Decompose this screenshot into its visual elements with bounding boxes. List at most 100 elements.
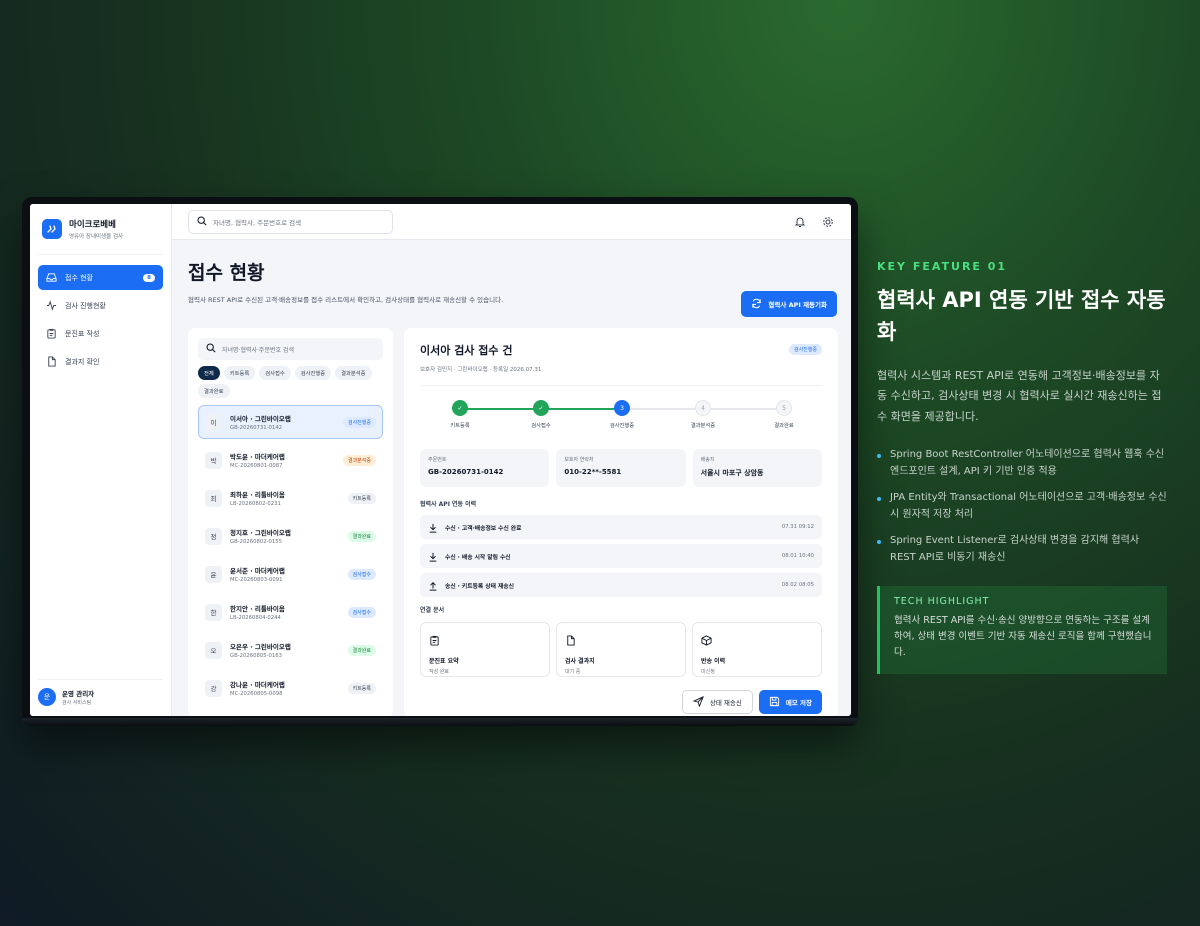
filter-chip-analyzing[interactable]: 결과분석중 (335, 366, 372, 380)
history-text: 수신 · 고객·배송정보 수신 완료 (445, 525, 522, 532)
order-number-card: 주문번호 GB-20260731-0142 (420, 449, 550, 487)
history-item[interactable]: 수신 · 고객·배송정보 수신 완료 07.31 09:12 (420, 515, 822, 539)
row-name: 박도윤 · 마더케어랩 (230, 453, 285, 461)
global-search-input[interactable]: 자녀명, 협력사, 주문번호로 검색 (188, 209, 393, 234)
row-avatar: 이 (205, 413, 222, 431)
history-time: 08.02 08:05 (781, 582, 814, 588)
save-icon (769, 696, 780, 709)
main-content: 자녀명, 협력사, 주문번호로 검색 접수 현황 협력사 REST API로 수… (172, 204, 851, 716)
filter-chip-complete[interactable]: 결과완료 (198, 384, 230, 398)
user-profile[interactable]: 운 운영 관리자 검사 서비스팀 (38, 679, 163, 706)
row-avatar: 박 (205, 451, 222, 469)
row-name: 이서아 · 그린바이오랩 (230, 415, 291, 423)
doc-title: 검사 결과지 (565, 658, 595, 665)
reception-list-panel: 자녀명·협력사·주문번호 검색 전체 키트등록 검사접수 검사진행중 결과분석중… (188, 328, 393, 716)
sidebar-item-progress[interactable]: 검사 진행현황 (38, 293, 163, 318)
laptop-base (22, 718, 858, 726)
status-badge: 결과분석중 (342, 454, 376, 466)
sidebar-item-label: 결과지 확인 (65, 357, 100, 366)
resend-status-label: 상태 재송신 (709, 699, 742, 707)
row-order-code: GB-20260731-0142 (230, 425, 283, 431)
sidebar-item-questionnaire[interactable]: 문진표 작성 (38, 321, 163, 346)
doc-card-result[interactable]: 검사 결과지 대기 중 (556, 622, 686, 677)
list-item[interactable]: 이 이서아 · 그린바이오랩 GB-20260731-0142 검사진행중 (198, 405, 383, 439)
clipboard-icon (429, 631, 440, 650)
list-item[interactable]: 강 강나윤 · 마더케어랩 MC-20260805-0098 키트등록 (198, 671, 383, 705)
history-title: 협력사 API 연동 이력 (420, 501, 477, 508)
brand-subtitle: 영유아 장내미생물 검사 (69, 234, 124, 240)
step-analyzing: 4 결과분석중 (678, 400, 728, 429)
app-screen: 마이크로베베 영유아 장내미생물 검사 접수 현황 8 검사 진행현황 문진표 … (30, 204, 851, 716)
sidebar-item-label: 접수 현황 (65, 273, 93, 282)
status-badge: 검사접수 (347, 568, 376, 580)
status-badge: 키트등록 (347, 492, 376, 504)
avatar: 운 (38, 688, 56, 706)
info-label: 배송지 (700, 457, 715, 463)
sidebar-item-reception[interactable]: 접수 현황 8 (38, 265, 163, 290)
page-title: 접수 현황 (188, 262, 265, 284)
status-badge: 검사진행중 (788, 344, 822, 355)
list-search-input[interactable]: 자녀명·협력사·주문번호 검색 (198, 338, 383, 360)
list-item[interactable]: 박 박도윤 · 마더케어랩 MC-20260801-0087 결과분석중 (198, 443, 383, 477)
document-icon (565, 631, 576, 650)
row-order-code: LB-20260802-0231 (230, 501, 281, 507)
doc-title: 반송 이력 (701, 658, 726, 665)
doc-status: 미신청 (701, 669, 715, 675)
filter-chip-testing[interactable]: 검사진행중 (294, 366, 332, 380)
feature-bullet: Spring Boot RestController 어노테이션으로 협력사 웹… (877, 447, 1167, 480)
row-name: 강나윤 · 마더케어랩 (230, 681, 285, 689)
topbar-actions (793, 215, 835, 229)
sidebar-item-results[interactable]: 결과지 확인 (38, 349, 163, 374)
step-complete: 5 결과완료 (759, 400, 809, 429)
gear-icon[interactable] (821, 215, 835, 229)
doc-status: 작성 완료 (429, 669, 449, 675)
list-item[interactable]: 정 정지호 · 그린바이오랩 GB-20260802-0155 결과완료 (198, 519, 383, 553)
activity-icon (46, 300, 57, 311)
doc-card-questionnaire[interactable]: 문진표 요약 작성 완료 (420, 622, 550, 677)
search-icon (197, 215, 207, 228)
info-cards: 주문번호 GB-20260731-0142 보호자 연락처 010-22**-5… (420, 449, 822, 487)
clipboard-icon (46, 328, 57, 339)
download-icon (428, 547, 438, 566)
list-item[interactable]: 최 최하윤 · 리틀바이옴 LB-20260802-0231 키트등록 (198, 481, 383, 515)
linked-documents: 문진표 요약 작성 완료 검사 결과지 대기 중 반송 이력 미신청 (420, 622, 822, 677)
doc-card-return[interactable]: 반송 이력 미신청 (692, 622, 822, 677)
api-resync-button[interactable]: 협력사 API 재동기화 (741, 291, 837, 317)
step-number: 4 (695, 400, 711, 416)
reception-detail-panel: 이서아 검사 접수 건 보호자 김민지 · 그린바이오랩 · 등록일 2026.… (404, 328, 838, 716)
resend-status-button[interactable]: 상태 재송신 (681, 690, 753, 714)
send-icon (692, 695, 704, 709)
row-avatar: 정 (205, 527, 222, 545)
row-avatar: 최 (205, 489, 222, 507)
list-item[interactable]: 한 한지안 · 리틀바이옴 LB-20260804-0244 검사접수 (198, 595, 383, 629)
highlight-title: TECH HIGHLIGHT (894, 596, 990, 608)
history-item[interactable]: 송신 · 키트등록 상태 재송신 08.02 08:05 (420, 573, 822, 597)
feature-kicker: KEY FEATURE 01 (877, 260, 1008, 273)
detail-actions: 상태 재송신 메모 저장 (681, 690, 822, 714)
logo-icon (42, 219, 62, 239)
feature-title: 협력사 API 연동 기반 접수 자동화 (877, 288, 1166, 344)
history-text: 송신 · 키트등록 상태 재송신 (445, 583, 514, 590)
row-order-code: MC-20260801-0087 (230, 463, 283, 469)
filter-chip-kit[interactable]: 키트등록 (223, 366, 256, 380)
step-kit-registered: ✓ 키트등록 (435, 400, 485, 429)
check-icon: ✓ (452, 400, 468, 416)
list-search-placeholder: 자녀명·협력사·주문번호 검색 (222, 346, 294, 354)
row-order-code: LB-20260804-0244 (230, 615, 281, 621)
save-memo-label: 메모 저장 (785, 699, 812, 707)
info-label: 보호자 연락처 (564, 457, 594, 463)
filter-chip-received[interactable]: 검사접수 (259, 366, 291, 380)
doc-status: 대기 중 (565, 669, 581, 675)
step-received: ✓ 검사접수 (516, 400, 566, 429)
history-item[interactable]: 수신 · 배송 시작 알림 수신 08.01 10:40 (420, 544, 822, 568)
filter-chip-all[interactable]: 전체 (198, 366, 220, 380)
feature-bullets: Spring Boot RestController 어노테이션으로 협력사 웹… (877, 447, 1167, 566)
save-memo-button[interactable]: 메모 저장 (758, 690, 822, 714)
list-item[interactable]: 오 오은우 · 그린바이오랩 GB-20260805-0163 결과완료 (198, 633, 383, 667)
row-avatar: 한 (205, 603, 222, 621)
bell-icon[interactable] (793, 215, 807, 229)
detail-meta: 보호자 김민지 · 그린바이오랩 · 등록일 2026.07.31 (420, 367, 542, 373)
box-icon (701, 631, 712, 650)
list-item[interactable]: 윤 윤서준 · 마더케어랩 MC-20260803-0091 검사접수 (198, 557, 383, 591)
laptop-frame: 마이크로베베 영유아 장내미생물 검사 접수 현황 8 검사 진행현황 문진표 … (22, 197, 858, 725)
